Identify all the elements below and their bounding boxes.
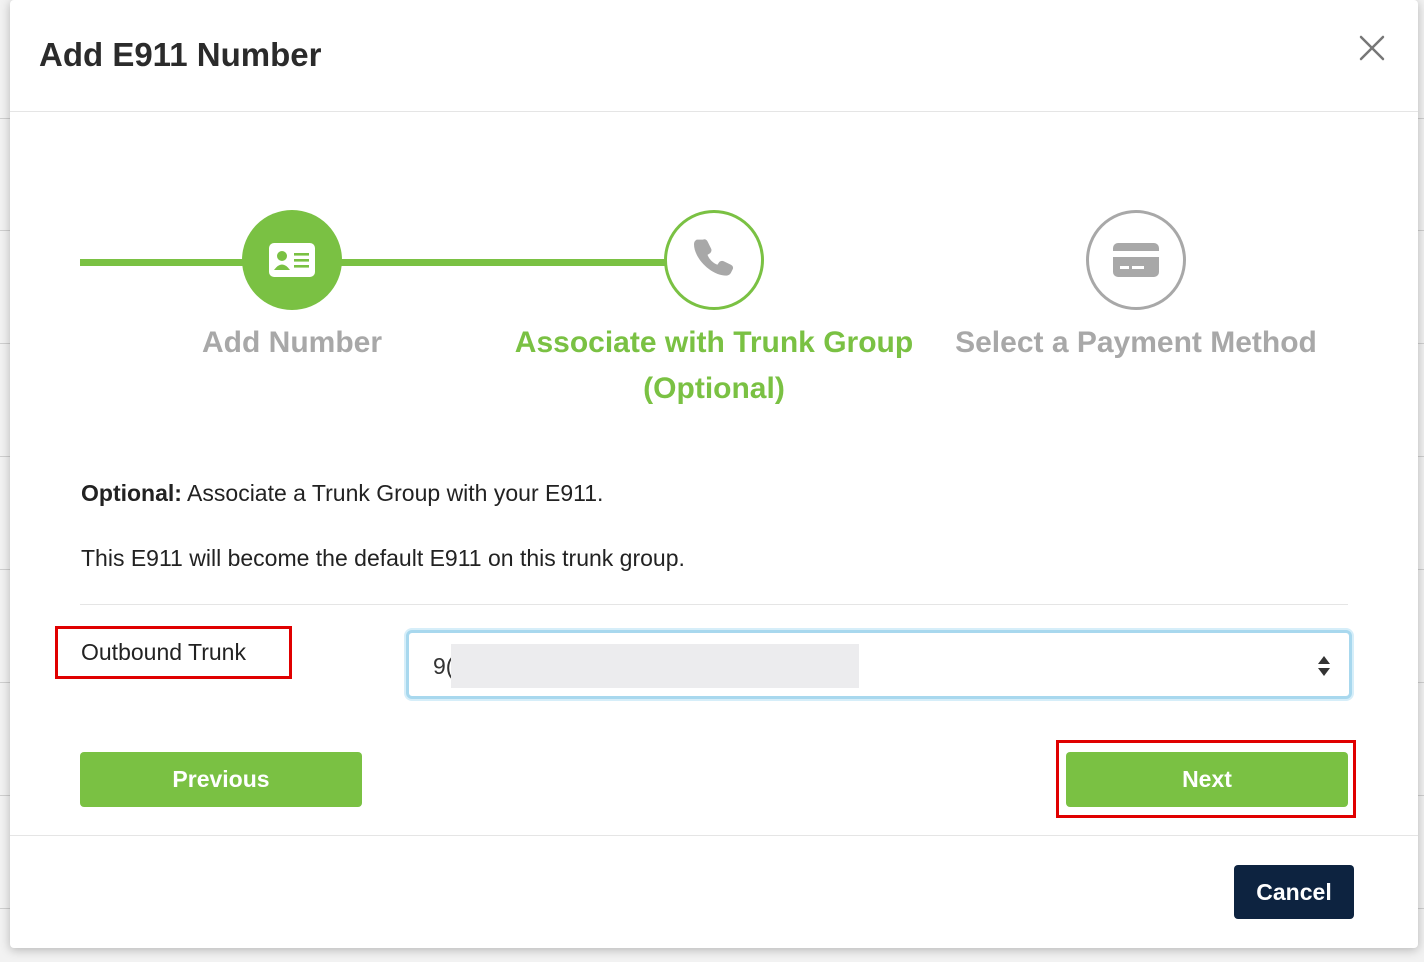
step-2-label: Associate with Trunk Group (Optional)	[514, 326, 914, 405]
default-e911-note: This E911 will become the default E911 o…	[81, 545, 685, 571]
optional-bold-label: Optional:	[81, 480, 182, 506]
step-progress-line	[80, 259, 673, 266]
step-indicator: Add Number Associate with Trunk Group (O…	[10, 112, 1418, 432]
redacted-area	[451, 644, 859, 688]
optional-info-text: Associate a Trunk Group with your E911.	[181, 480, 604, 506]
phone-icon	[694, 239, 734, 276]
id-card-icon	[269, 243, 315, 277]
footer-divider	[10, 835, 1418, 836]
step-1-circle	[242, 210, 342, 310]
credit-card-icon	[1113, 243, 1159, 277]
sort-arrows-icon	[1318, 656, 1330, 676]
next-button[interactable]: Next	[1066, 752, 1348, 807]
previous-button[interactable]: Previous	[80, 752, 362, 807]
modal-header: Add E911 Number	[10, 0, 1418, 112]
form-divider	[80, 604, 1348, 605]
cancel-button[interactable]: Cancel	[1234, 865, 1354, 919]
step-3-label: Select a Payment Method	[955, 326, 1317, 359]
close-icon	[1359, 35, 1385, 61]
step-3-circle	[1086, 210, 1186, 310]
outbound-trunk-select[interactable]: 9(	[406, 630, 1352, 699]
close-button[interactable]	[1356, 32, 1388, 64]
step-2-circle	[664, 210, 764, 310]
outbound-trunk-label: Outbound Trunk	[55, 626, 292, 679]
add-e911-modal: Add E911 Number Add Number Associate wit…	[10, 0, 1418, 948]
optional-info: Optional: Associate a Trunk Group with y…	[81, 480, 603, 507]
modal-title: Add E911 Number	[39, 36, 322, 73]
step-1-label: Add Number	[202, 326, 382, 359]
